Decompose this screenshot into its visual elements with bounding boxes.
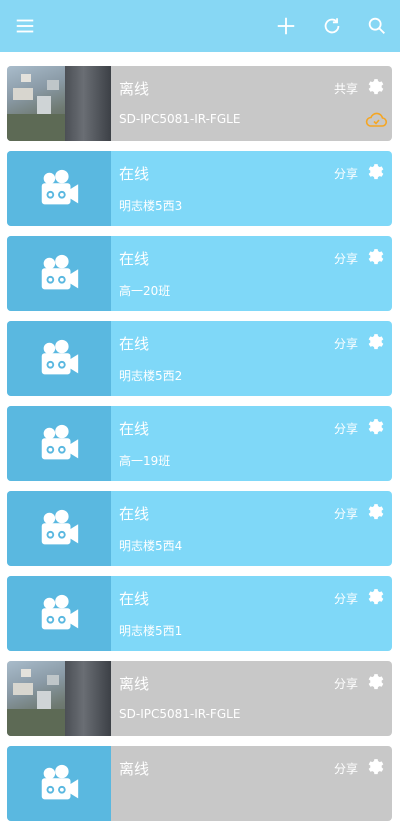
device-info: 离线 SD-IPC5081-IR-FGLE 共享 (111, 66, 392, 141)
plus-icon[interactable] (272, 12, 300, 40)
device-card[interactable]: 在线明志楼5西4 分享 (7, 491, 392, 566)
device-status: 离线 (119, 80, 150, 98)
gear-icon[interactable] (366, 502, 386, 522)
share-button[interactable]: 分享 (334, 505, 358, 522)
menu-icon[interactable] (11, 12, 39, 40)
share-button[interactable]: 共享 (334, 80, 358, 97)
share-button[interactable]: 分享 (334, 420, 358, 437)
share-button[interactable]: 分享 (334, 675, 358, 692)
device-info: 在线明志楼5西4 分享 (111, 491, 392, 566)
device-card[interactable]: 离线 分享 (7, 746, 392, 821)
gear-icon[interactable] (366, 587, 386, 607)
device-info: 在线高一19班 分享 (111, 406, 392, 481)
camera-snapshot-thumbnail[interactable] (7, 661, 111, 736)
device-card[interactable]: 离线 SD-IPC5081-IR-FGLE 共享 (7, 66, 392, 141)
camera-placeholder-thumbnail[interactable] (7, 321, 111, 396)
cloud-storage-icon[interactable] (364, 111, 388, 129)
search-icon[interactable] (363, 12, 391, 40)
device-info: 在线明志楼5西2 分享 (111, 321, 392, 396)
share-button[interactable]: 分享 (334, 335, 358, 352)
device-card[interactable]: 离线 SD-IPC5081-IR-FGLE 分享 (7, 661, 392, 736)
device-card[interactable]: 在线明志楼5西3 分享 (7, 151, 392, 226)
device-name: 明志楼5西3 (119, 199, 183, 213)
gear-icon[interactable] (366, 77, 386, 97)
device-info: 离线 分享 (111, 746, 392, 821)
camera-placeholder-thumbnail[interactable] (7, 236, 111, 311)
gear-icon[interactable] (366, 332, 386, 352)
device-status: 在线 (119, 335, 150, 353)
device-name: 明志楼5西4 (119, 539, 183, 553)
share-button[interactable]: 分享 (334, 590, 358, 607)
device-info: 在线明志楼5西3 分享 (111, 151, 392, 226)
camera-placeholder-thumbnail[interactable] (7, 151, 111, 226)
refresh-icon[interactable] (318, 12, 346, 40)
device-info: 离线 SD-IPC5081-IR-FGLE 分享 (111, 661, 392, 736)
video-camera-icon (41, 594, 79, 629)
camera-snapshot-thumbnail[interactable] (7, 66, 111, 141)
video-camera-icon (41, 509, 79, 544)
camera-placeholder-thumbnail[interactable] (7, 746, 111, 821)
device-name: 明志楼5西1 (119, 624, 183, 638)
gear-icon[interactable] (366, 162, 386, 182)
gear-icon[interactable] (366, 417, 386, 437)
device-status: 在线 (119, 420, 150, 438)
device-info: 在线明志楼5西1 分享 (111, 576, 392, 651)
device-name: 高一19班 (119, 454, 171, 468)
device-name: SD-IPC5081-IR-FGLE (119, 707, 241, 721)
top-app-bar (0, 0, 400, 52)
video-camera-icon (41, 254, 79, 289)
device-card[interactable]: 在线明志楼5西1 分享 (7, 576, 392, 651)
device-info: 在线高一20班 分享 (111, 236, 392, 311)
share-button[interactable]: 分享 (334, 760, 358, 777)
device-status: 离线 (119, 675, 150, 693)
device-card[interactable]: 在线明志楼5西2 分享 (7, 321, 392, 396)
gear-icon[interactable] (366, 757, 386, 777)
camera-placeholder-thumbnail[interactable] (7, 406, 111, 481)
share-button[interactable]: 分享 (334, 250, 358, 267)
video-camera-icon (41, 339, 79, 374)
device-name: 明志楼5西2 (119, 369, 183, 383)
device-name: 高一20班 (119, 284, 171, 298)
camera-placeholder-thumbnail[interactable] (7, 576, 111, 651)
device-status: 离线 (119, 760, 150, 778)
gear-icon[interactable] (366, 247, 386, 267)
camera-placeholder-thumbnail[interactable] (7, 491, 111, 566)
gear-icon[interactable] (366, 672, 386, 692)
video-camera-icon (41, 424, 79, 459)
device-status: 在线 (119, 165, 150, 183)
device-status: 在线 (119, 250, 150, 268)
device-status: 在线 (119, 590, 150, 608)
device-card[interactable]: 在线高一19班 分享 (7, 406, 392, 481)
device-name: SD-IPC5081-IR-FGLE (119, 112, 241, 126)
device-card[interactable]: 在线高一20班 分享 (7, 236, 392, 311)
device-status: 在线 (119, 505, 150, 523)
share-button[interactable]: 分享 (334, 165, 358, 182)
video-camera-icon (41, 169, 79, 204)
